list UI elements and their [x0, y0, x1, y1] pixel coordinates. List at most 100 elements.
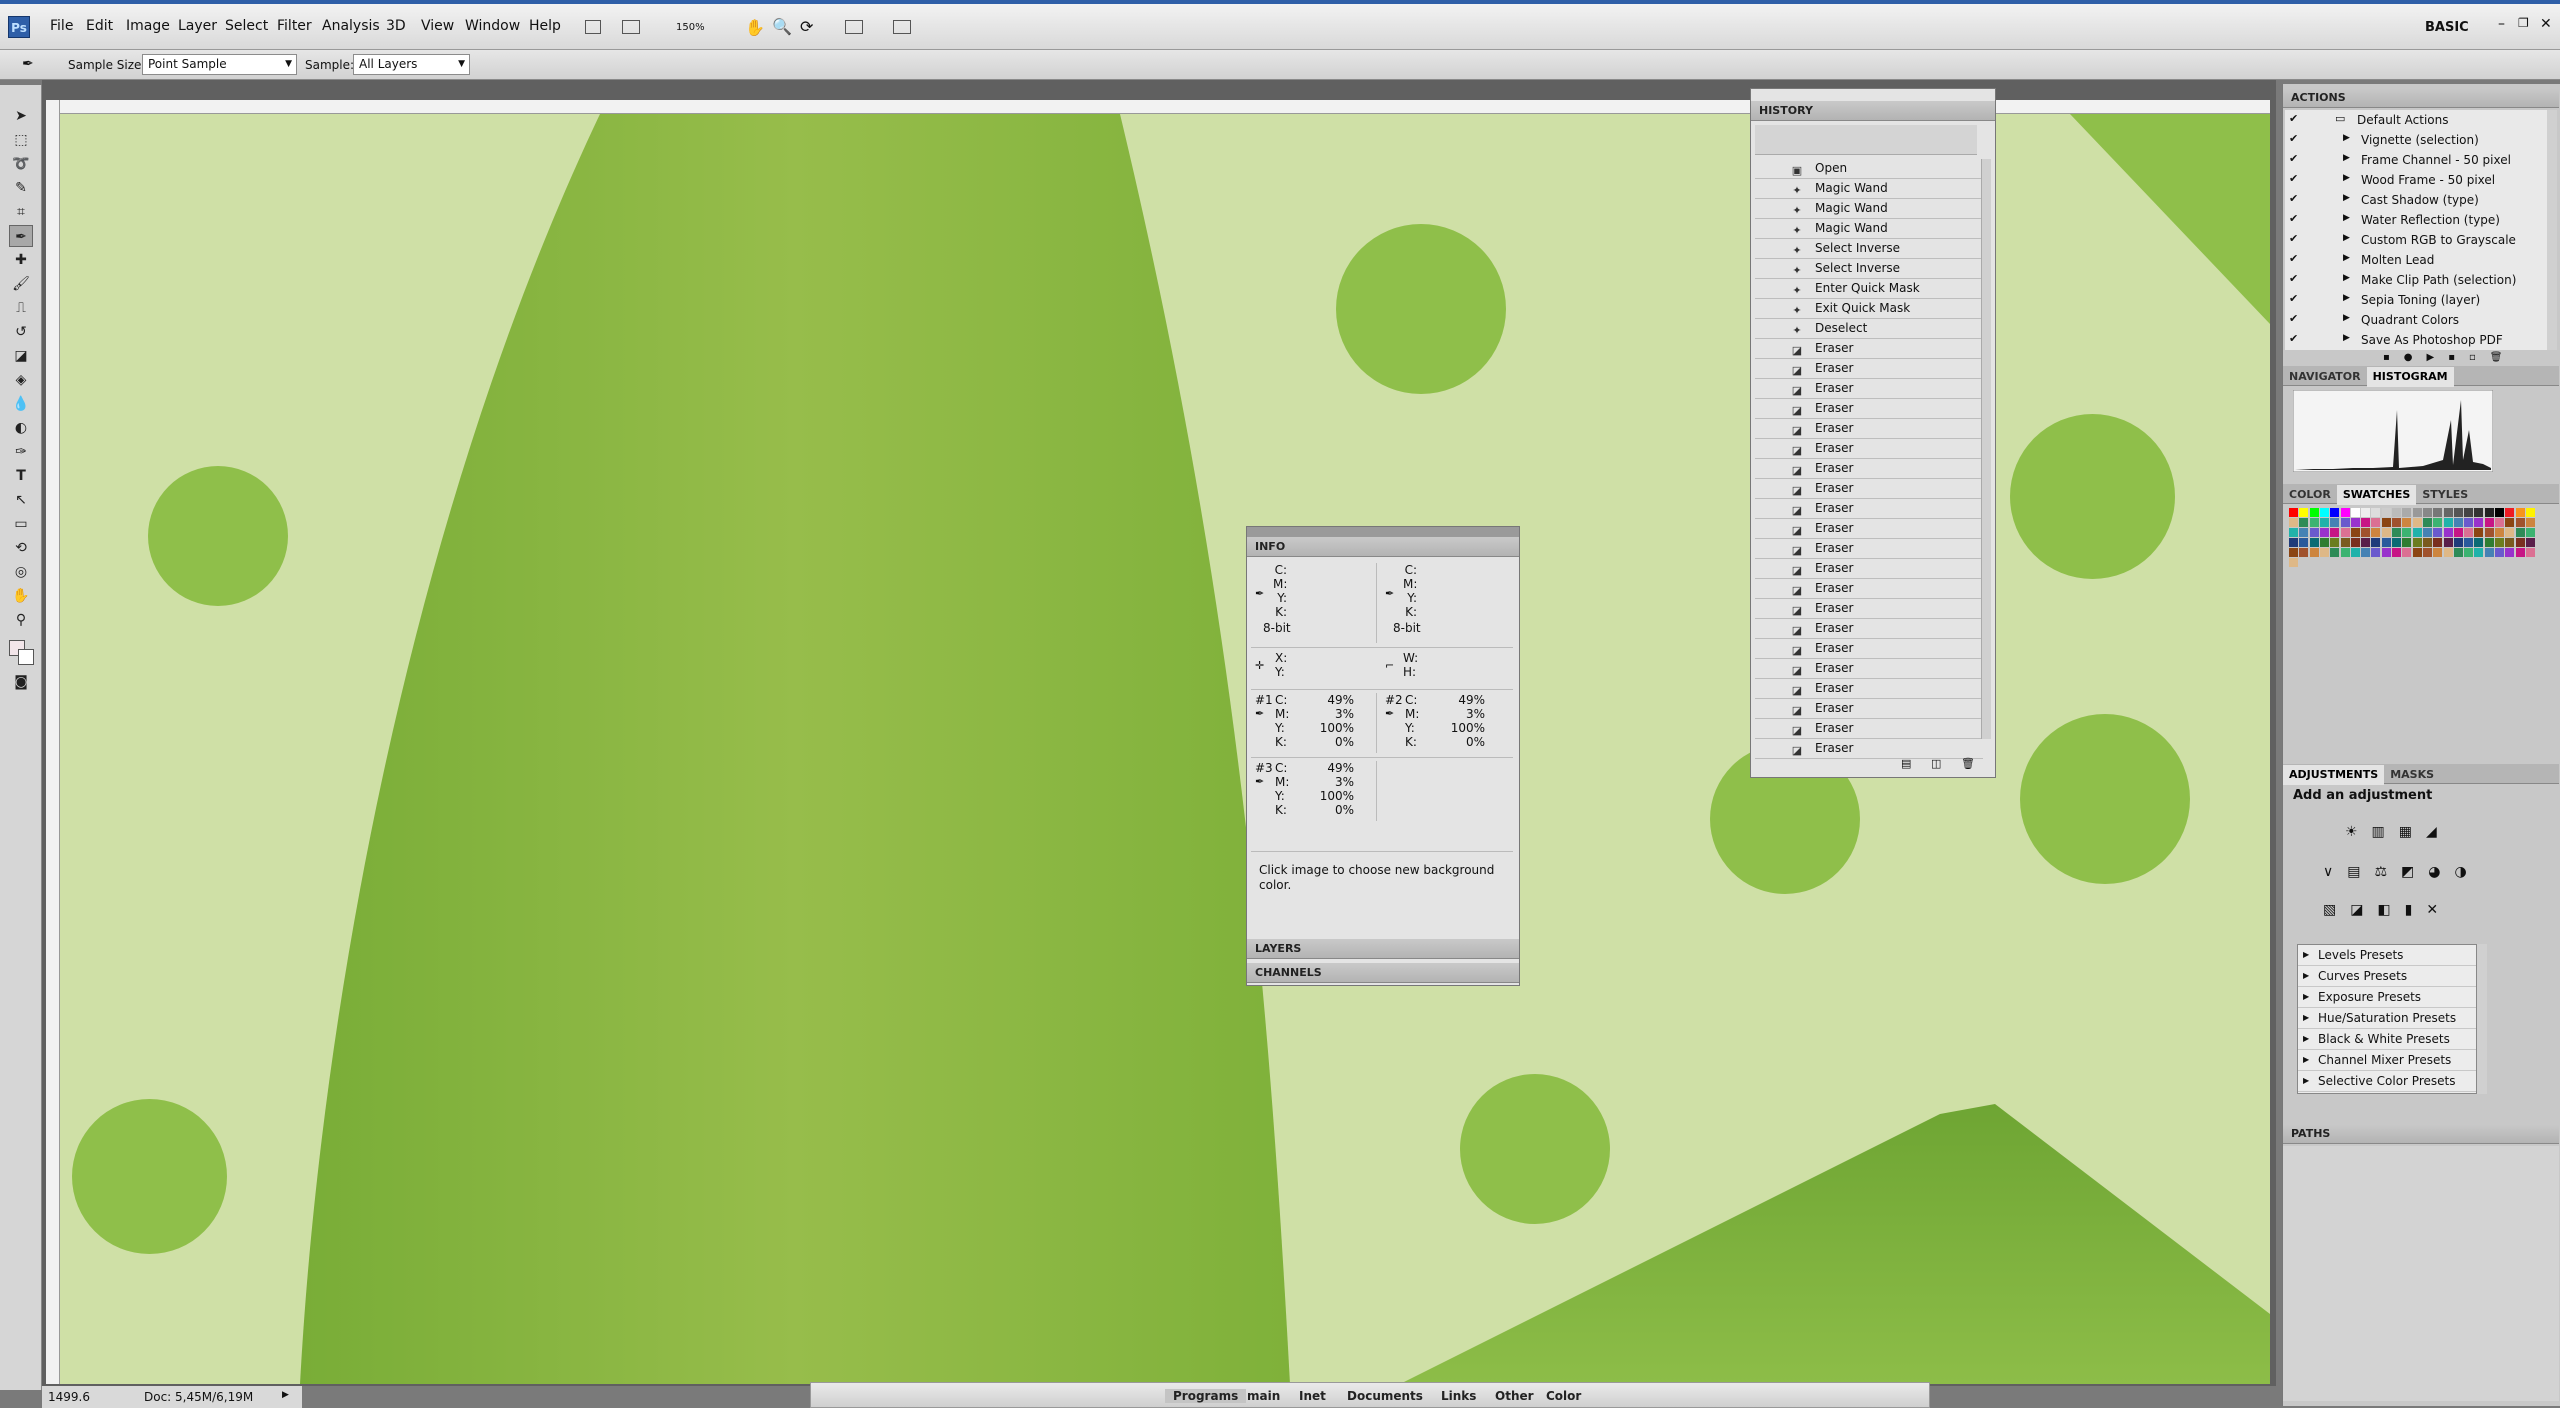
history-state[interactable]: ▣ Open: [1755, 159, 1983, 179]
color-swatch[interactable]: [2381, 528, 2391, 537]
menu-help[interactable]: Help: [529, 18, 561, 34]
pen-tool-icon[interactable]: ✑: [9, 441, 33, 463]
actions-panel-title[interactable]: ACTIONS: [2283, 88, 2559, 108]
color-swatch[interactable]: [2299, 548, 2309, 557]
action-item[interactable]: ✔ ▶ Quadrant Colors: [2285, 310, 2560, 330]
minimize-icon[interactable]: –: [2498, 16, 2505, 32]
expand-triangle-icon[interactable]: ▶: [2343, 253, 2350, 263]
color-swatch[interactable]: [2474, 538, 2484, 547]
color-swatch[interactable]: [2319, 508, 2329, 517]
color-swatch[interactable]: [2525, 538, 2535, 547]
color-swatch[interactable]: [2350, 508, 2360, 517]
screen-mode-icon[interactable]: [585, 20, 601, 34]
expand-triangle-icon[interactable]: ▶: [2343, 153, 2350, 163]
color-swatch[interactable]: [2443, 518, 2453, 527]
checkmark-icon[interactable]: ✔: [2289, 312, 2298, 325]
color-swatch[interactable]: [2433, 508, 2443, 517]
color-swatch[interactable]: [2422, 538, 2432, 547]
expand-triangle-icon[interactable]: ▶: [2343, 133, 2350, 143]
color-swatch[interactable]: [2330, 518, 2340, 527]
history-state[interactable]: ◪ Eraser: [1755, 459, 1983, 479]
history-state[interactable]: ◪ Eraser: [1755, 519, 1983, 539]
expand-triangle-icon[interactable]: ▶: [2343, 293, 2350, 303]
color-swatch[interactable]: [2525, 548, 2535, 557]
color-swatch[interactable]: [2525, 528, 2535, 537]
color-swatch[interactable]: [2515, 528, 2525, 537]
color-swatch[interactable]: [2453, 548, 2463, 557]
dodge-tool-icon[interactable]: ◐: [9, 417, 33, 439]
action-item[interactable]: ✔ ▶ Save As Photoshop PDF: [2285, 330, 2560, 350]
taskbar-links[interactable]: Links: [1441, 1389, 1476, 1403]
history-state[interactable]: ◪ Eraser: [1755, 659, 1983, 679]
color-swatch[interactable]: [2402, 528, 2412, 537]
color-swatch[interactable]: [2319, 528, 2329, 537]
color-swatch[interactable]: [2505, 518, 2515, 527]
color-swatch[interactable]: [2515, 508, 2525, 517]
clone-stamp-tool-icon[interactable]: ⎍: [9, 297, 33, 319]
color-swatch[interactable]: [2464, 508, 2474, 517]
color-swatch[interactable]: [2422, 528, 2432, 537]
action-item[interactable]: ✔ ▶ Custom RGB to Grayscale: [2285, 230, 2560, 250]
color-swatch[interactable]: [2453, 508, 2463, 517]
type-tool-icon[interactable]: T: [9, 465, 33, 487]
color-swatch[interactable]: [2505, 538, 2515, 547]
color-swatch[interactable]: [2381, 518, 2391, 527]
color-swatch[interactable]: [2340, 528, 2350, 537]
checkmark-icon[interactable]: ✔: [2289, 152, 2298, 165]
color-swatch[interactable]: [2340, 548, 2350, 557]
hand-tool-icon[interactable]: ✋: [745, 18, 765, 37]
color-swatch[interactable]: [2350, 528, 2360, 537]
color-swatch[interactable]: [2350, 538, 2360, 547]
color-swatch[interactable]: [2381, 508, 2391, 517]
color-swatch[interactable]: [2402, 548, 2412, 557]
color-swatch[interactable]: [2453, 518, 2463, 527]
move-tool-icon[interactable]: ➤: [9, 105, 33, 127]
history-state[interactable]: ✦ Select Inverse: [1755, 239, 1983, 259]
action-item[interactable]: ✔ ▶ Water Reflection (type): [2285, 210, 2560, 230]
expand-triangle-icon[interactable]: ▶: [2343, 213, 2350, 223]
color-swatch[interactable]: [2361, 548, 2371, 557]
color-swatch[interactable]: [2299, 518, 2309, 527]
menu-window[interactable]: Window: [465, 18, 520, 34]
healing-brush-tool-icon[interactable]: ✚: [9, 249, 33, 271]
action-item[interactable]: ✔ ▶ Wood Frame - 50 pixel: [2285, 170, 2560, 190]
color-swatch[interactable]: [2443, 548, 2453, 557]
history-snapshot[interactable]: [1755, 125, 1977, 155]
paint-bucket-tool-icon[interactable]: ◈: [9, 369, 33, 391]
presets-scrollbar[interactable]: [2477, 944, 2487, 1094]
menu-filter[interactable]: Filter: [277, 18, 312, 34]
color-swatch[interactable]: [2340, 508, 2350, 517]
adjustment-preset[interactable]: ▶ Curves Presets: [2298, 966, 2476, 987]
actions-scrollbar[interactable]: [2547, 110, 2557, 350]
color-swatch[interactable]: [2443, 508, 2453, 517]
hand-tool-icon[interactable]: ✋: [9, 585, 33, 607]
3d-orbit-tool-icon[interactable]: ◎: [9, 561, 33, 583]
adjustment-preset[interactable]: ▶ Hue/Saturation Presets: [2298, 1008, 2476, 1029]
color-swatch[interactable]: [2525, 508, 2535, 517]
history-state[interactable]: ◪ Eraser: [1755, 359, 1983, 379]
crop-tool-icon[interactable]: ⌗: [9, 201, 33, 223]
blur-tool-icon[interactable]: 💧: [9, 393, 33, 415]
color-swatch[interactable]: [2464, 538, 2474, 547]
close-icon[interactable]: ✕: [2540, 16, 2552, 32]
color-swatch[interactable]: [2309, 548, 2319, 557]
color-swatch[interactable]: [2371, 518, 2381, 527]
zoom-tool-icon[interactable]: ⚲: [9, 609, 33, 631]
arrange-icon[interactable]: [622, 20, 640, 34]
color-swatch[interactable]: [2433, 548, 2443, 557]
history-scrollbar[interactable]: [1981, 159, 1991, 739]
color-swatch[interactable]: [2495, 538, 2504, 547]
color-swatch[interactable]: [2495, 548, 2504, 557]
taskbar-main[interactable]: main: [1247, 1389, 1280, 1403]
history-state[interactable]: ◪ Eraser: [1755, 339, 1983, 359]
history-state[interactable]: ◪ Eraser: [1755, 399, 1983, 419]
color-swatch[interactable]: [2299, 528, 2309, 537]
color-swatch[interactable]: [2484, 538, 2494, 547]
background-color-swatch[interactable]: [18, 649, 34, 665]
color-swatch[interactable]: [2402, 538, 2412, 547]
color-swatch[interactable]: [2309, 518, 2319, 527]
action-item[interactable]: ✔ ▶ Frame Channel - 50 pixel: [2285, 150, 2560, 170]
quick-mask-icon[interactable]: ◙: [9, 671, 33, 693]
adjustment-preset[interactable]: ▶ Channel Mixer Presets: [2298, 1050, 2476, 1071]
history-state[interactable]: ✦ Magic Wand: [1755, 179, 1983, 199]
